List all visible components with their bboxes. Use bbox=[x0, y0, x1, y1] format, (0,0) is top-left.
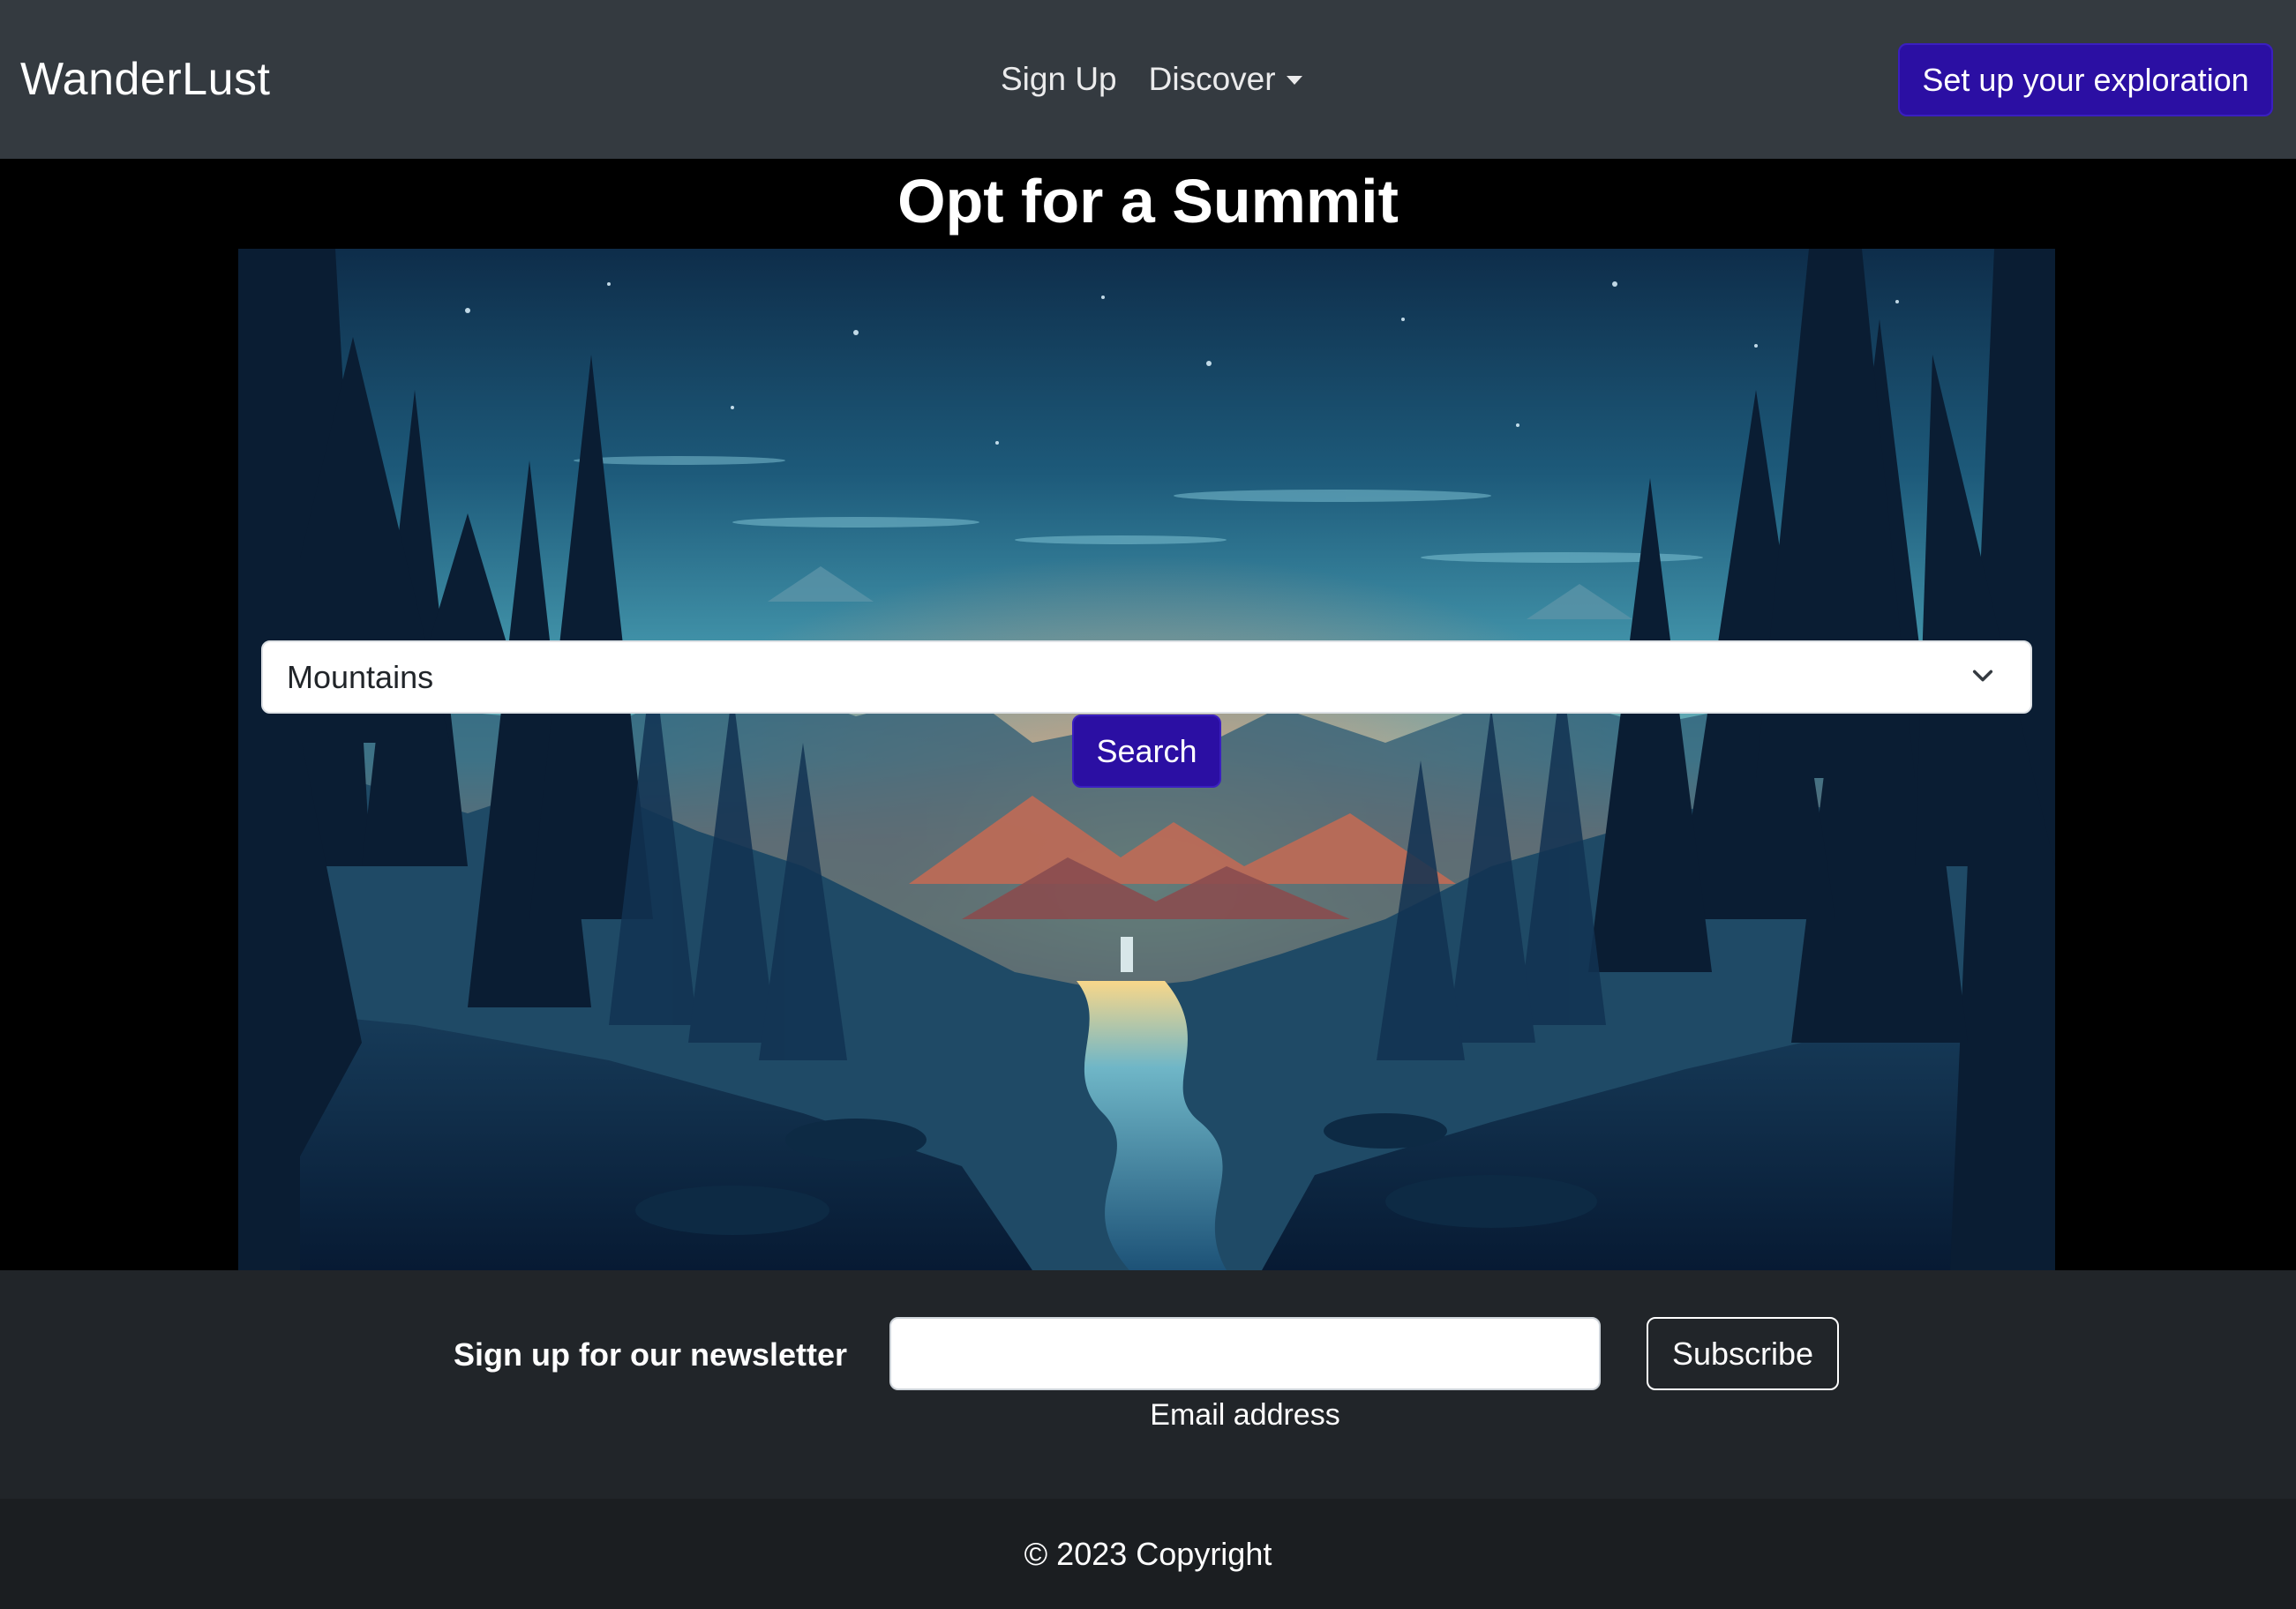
subscribe-button[interactable]: Subscribe bbox=[1647, 1317, 1839, 1390]
nav-links: Sign Up Discover bbox=[1001, 55, 1302, 104]
destination-select[interactable]: Mountains bbox=[261, 640, 2032, 714]
nav-link-sign-up[interactable]: Sign Up bbox=[1001, 55, 1117, 104]
brand-logo[interactable]: WanderLust bbox=[20, 51, 270, 108]
newsletter-label: Sign up for our newsletter bbox=[454, 1336, 848, 1373]
main-content: Opt for a Summit Mountains Search bbox=[0, 159, 2296, 1270]
footer: © 2023 Copyright bbox=[0, 1499, 2296, 1609]
caret-down-icon bbox=[1286, 76, 1302, 85]
nav-dropdown-discover[interactable]: Discover bbox=[1149, 55, 1302, 104]
page-title: Opt for a Summit bbox=[897, 167, 1399, 236]
nav-dropdown-label: Discover bbox=[1148, 61, 1276, 97]
set-up-exploration-button[interactable]: Set up your exploration bbox=[1898, 43, 2273, 116]
navbar: WanderLust Sign Up Discover Set up your … bbox=[0, 0, 2296, 159]
copyright-text: © 2023 Copyright bbox=[1024, 1536, 1272, 1572]
search-button[interactable]: Search bbox=[1072, 715, 1221, 788]
email-field[interactable] bbox=[889, 1317, 1601, 1390]
select-selected-value: Mountains bbox=[287, 659, 434, 695]
email-help-text: Email address bbox=[1150, 1398, 1340, 1432]
newsletter-section: Sign up for our newsletter Email address… bbox=[0, 1270, 2296, 1499]
chevron-down-icon bbox=[1972, 670, 1993, 682]
